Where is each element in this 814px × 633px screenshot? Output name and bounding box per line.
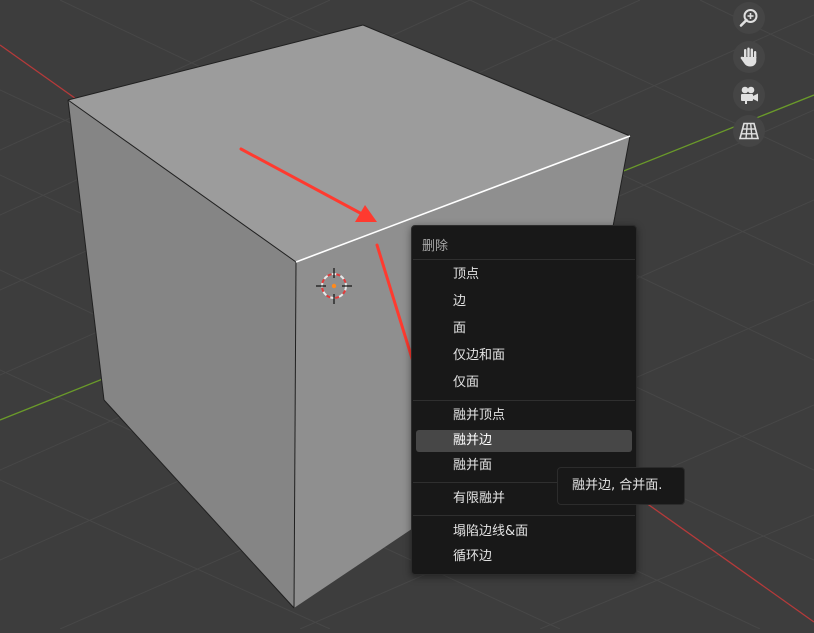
camera-icon <box>741 86 758 104</box>
zoom-icon <box>739 9 758 27</box>
viewport-scene <box>0 0 814 630</box>
menu-item-delete-faces[interactable]: 面 <box>416 318 632 340</box>
menu-item-dissolve-edges[interactable]: 融并边 <box>416 430 632 452</box>
menu-item-edge-loops[interactable]: 循环边 <box>416 546 632 568</box>
menu-item-only-edges-and-faces[interactable]: 仅边和面 <box>416 345 632 367</box>
3d-viewport[interactable]: 删除 顶点 边 面 仅边和面 仅面 融并顶点 融并边 融并面 有限融并 塌陷边线… <box>0 0 814 630</box>
menu-title: 删除 <box>422 239 449 254</box>
grid-icon <box>738 122 760 140</box>
menu-item-dissolve-vertices[interactable]: 融并顶点 <box>416 405 632 427</box>
menu-separator <box>413 400 635 401</box>
menu-separator <box>413 515 635 516</box>
tooltip: 融并边, 合并面. <box>557 467 685 505</box>
perspective-toggle-button[interactable] <box>733 115 765 147</box>
hand-pan-icon <box>740 47 757 67</box>
menu-item-only-faces[interactable]: 仅面 <box>416 372 632 394</box>
menu-item-delete-vertices[interactable]: 顶点 <box>416 264 632 286</box>
zoom-button[interactable] <box>733 2 765 34</box>
menu-separator <box>413 259 635 260</box>
camera-view-button[interactable] <box>733 79 765 111</box>
menu-item-delete-edges[interactable]: 边 <box>416 291 632 313</box>
delete-menu: 删除 顶点 边 面 仅边和面 仅面 融并顶点 融并边 融并面 有限融并 塌陷边线… <box>411 225 637 575</box>
menu-item-collapse-edges-faces[interactable]: 塌陷边线&面 <box>416 521 632 543</box>
pan-button[interactable] <box>733 41 765 73</box>
